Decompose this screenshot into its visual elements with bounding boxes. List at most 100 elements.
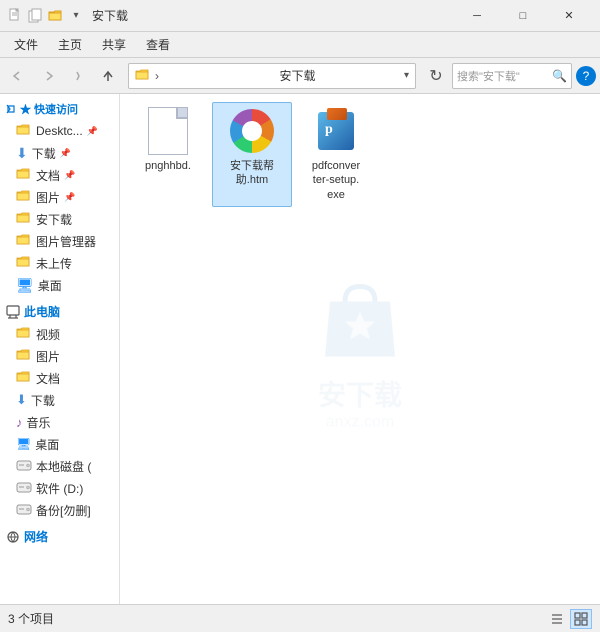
menu-file[interactable]: 文件 bbox=[4, 34, 48, 56]
sidebar-item-pictures2[interactable]: 图片 bbox=[0, 345, 119, 367]
software-disk-icon bbox=[16, 480, 32, 497]
sidebar-quick-access[interactable]: ★ 快速访问 bbox=[0, 98, 119, 120]
menu-home[interactable]: 主页 bbox=[48, 34, 92, 56]
anxz-folder-icon bbox=[16, 211, 32, 227]
content-area: 安下载 anxz.com pnghhbd. bbox=[120, 94, 600, 604]
sidebar-item-label: 视频 bbox=[36, 326, 60, 343]
menu-bar: 文件 主页 共享 查看 bbox=[0, 32, 600, 58]
sidebar-item-documents2[interactable]: 文档 bbox=[0, 367, 119, 389]
address-current: 安下载 bbox=[279, 67, 399, 84]
toolbar: › 安下载 ▾ ↻ 搜索"安下载" 🔍 ? bbox=[0, 58, 600, 94]
status-count: 3 个项目 bbox=[8, 610, 54, 627]
menu-share[interactable]: 共享 bbox=[92, 34, 136, 56]
file-item-exe[interactable]: p pdfconverter-setup.exe bbox=[296, 102, 376, 207]
window-title: 安下载 bbox=[92, 7, 454, 24]
title-bar-icons: ▾ bbox=[8, 8, 84, 24]
sidebar-item-desktop[interactable]: Desktc... 📌 bbox=[0, 120, 119, 142]
search-box[interactable]: 搜索"安下载" 🔍 bbox=[452, 63, 572, 89]
back-button[interactable] bbox=[4, 62, 32, 90]
sidebar-item-pictures[interactable]: 图片 📌 bbox=[0, 186, 119, 208]
sidebar-item-label: 安下载 bbox=[36, 211, 72, 228]
doc-folder-icon bbox=[16, 167, 32, 183]
sidebar-item-video[interactable]: 视频 bbox=[0, 323, 119, 345]
main-layout: ★ 快速访问 Desktc... 📌 ⬇ 下载 📌 文档 📌 图片 bbox=[0, 94, 600, 604]
doc2-folder-icon bbox=[16, 370, 32, 386]
status-bar: 3 个项目 bbox=[0, 604, 600, 632]
file-grid: pnghhbd. 安下载帮助.htm bbox=[120, 94, 600, 215]
music-icon: ♪ bbox=[16, 415, 23, 430]
sidebar-item-label: 软件 (D:) bbox=[36, 480, 83, 497]
maximize-button[interactable]: □ bbox=[500, 0, 546, 32]
app-icon-inner bbox=[242, 121, 262, 141]
sidebar-item-label: 文档 bbox=[36, 167, 60, 184]
title-controls[interactable]: ─ □ ✕ bbox=[454, 0, 592, 32]
up-button[interactable] bbox=[94, 62, 122, 90]
sidebar-item-label: 桌面 bbox=[38, 277, 62, 294]
quick-access-label: ★ 快速访问 bbox=[20, 101, 78, 117]
watermark-icon bbox=[310, 267, 410, 370]
help-button[interactable]: ? bbox=[576, 66, 596, 86]
address-bar[interactable]: › 安下载 ▾ bbox=[128, 63, 416, 89]
title-copy-icon bbox=[28, 8, 44, 24]
view-buttons bbox=[546, 609, 592, 629]
backup-disk-icon bbox=[16, 502, 32, 519]
sidebar-item-label: 未上传 bbox=[36, 255, 72, 272]
dl2-icon: ⬇ bbox=[16, 392, 27, 408]
address-separator: › bbox=[155, 69, 275, 83]
sidebar-item-picmgr[interactable]: 图片管理器 bbox=[0, 230, 119, 252]
view-grid-button[interactable] bbox=[570, 609, 592, 629]
desktop-folder-icon: 🖥 bbox=[16, 277, 34, 294]
sidebar-item-anxz[interactable]: 安下载 bbox=[0, 208, 119, 230]
sidebar-item-local-disk[interactable]: 本地磁盘 ( bbox=[0, 455, 119, 477]
file-name: 安下载帮助.htm bbox=[230, 159, 274, 188]
sidebar-item-label: 音乐 bbox=[27, 414, 51, 431]
sidebar-item-desktop3[interactable]: 🖥 桌面 bbox=[0, 433, 119, 455]
close-button[interactable]: ✕ bbox=[546, 0, 592, 32]
local-disk-icon bbox=[16, 458, 32, 475]
sidebar-item-software-disk[interactable]: 软件 (D:) bbox=[0, 477, 119, 499]
sidebar-item-label: 图片管理器 bbox=[36, 233, 96, 250]
forward-button[interactable] bbox=[34, 62, 62, 90]
sidebar-item-label: 图片 bbox=[36, 189, 60, 206]
sidebar-item-documents[interactable]: 文档 📌 bbox=[0, 164, 119, 186]
pin-icon: 📌 bbox=[87, 126, 98, 137]
sidebar-network[interactable]: 网络 bbox=[0, 525, 119, 548]
sidebar-item-backup[interactable]: 备份[勿删] bbox=[0, 499, 119, 521]
address-dropdown-icon[interactable]: ▾ bbox=[404, 70, 409, 81]
menu-view[interactable]: 查看 bbox=[136, 34, 180, 56]
sidebar-item-downloads[interactable]: ⬇ 下载 📌 bbox=[0, 142, 119, 164]
sidebar-item-label: 图片 bbox=[36, 348, 60, 365]
search-icon[interactable]: 🔍 bbox=[552, 69, 567, 83]
minimize-button[interactable]: ─ bbox=[454, 0, 500, 32]
title-bar: ▾ 安下载 ─ □ ✕ bbox=[0, 0, 600, 32]
file-icon-html bbox=[228, 107, 276, 155]
recent-button[interactable] bbox=[64, 62, 92, 90]
sidebar-item-unuploaded[interactable]: 未上传 bbox=[0, 252, 119, 274]
pin-icon: 📌 bbox=[64, 192, 75, 203]
refresh-button[interactable]: ↻ bbox=[422, 62, 450, 90]
sidebar-item-label: 下载 bbox=[31, 392, 55, 409]
file-icon-blank bbox=[144, 107, 192, 155]
pic2-folder-icon bbox=[16, 348, 32, 364]
file-item-pnghhbd[interactable]: pnghhbd. bbox=[128, 102, 208, 207]
network-label: 网络 bbox=[24, 528, 48, 545]
sidebar-item-label: Desktc... bbox=[36, 124, 83, 138]
file-name: pdfconverter-setup.exe bbox=[312, 159, 360, 202]
search-placeholder: 搜索"安下载" bbox=[457, 68, 550, 84]
title-file-icon bbox=[8, 8, 24, 24]
file-item-htm[interactable]: 安下载帮助.htm bbox=[212, 102, 292, 207]
sidebar-item-desktop2[interactable]: 🖥 桌面 bbox=[0, 274, 119, 296]
picmgr-folder-icon bbox=[16, 233, 32, 249]
sidebar-item-downloads2[interactable]: ⬇ 下载 bbox=[0, 389, 119, 411]
title-arrow-icon: ▾ bbox=[68, 8, 84, 24]
blank-file-icon bbox=[148, 107, 188, 155]
watermark-subtext: anxz.com bbox=[326, 414, 394, 431]
view-list-button[interactable] bbox=[546, 609, 568, 629]
watermark: 安下载 anxz.com bbox=[310, 267, 410, 432]
video-folder-icon bbox=[16, 326, 32, 342]
sidebar-item-music[interactable]: ♪ 音乐 bbox=[0, 411, 119, 433]
pic-folder-icon bbox=[16, 189, 32, 205]
unuploaded-folder-icon bbox=[16, 255, 32, 271]
sidebar-thispc[interactable]: 此电脑 bbox=[0, 300, 119, 323]
thispc-label: 此电脑 bbox=[24, 303, 60, 320]
